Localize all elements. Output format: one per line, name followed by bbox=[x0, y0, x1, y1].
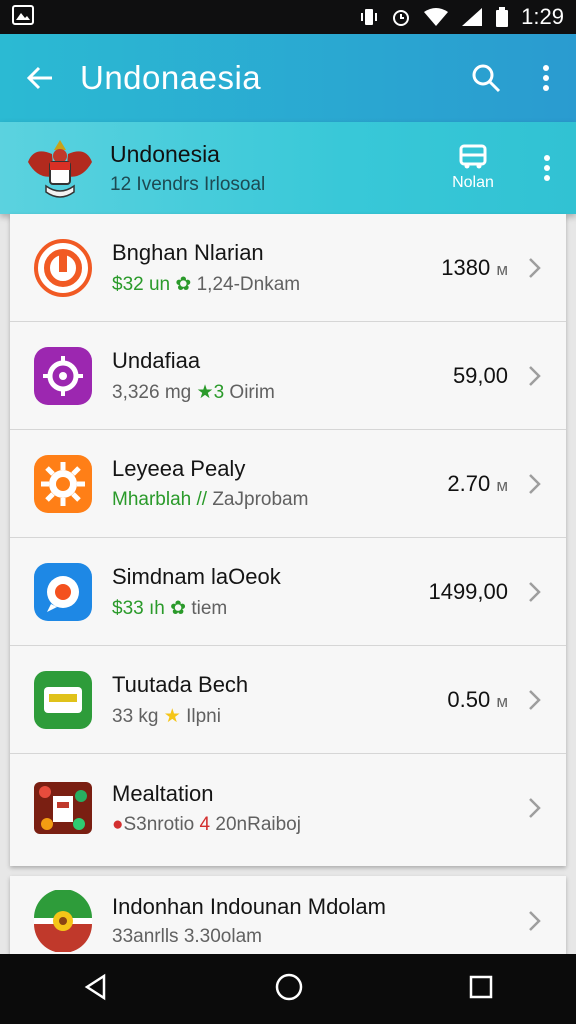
system-nav-bar bbox=[0, 954, 576, 1024]
alarm-icon bbox=[393, 10, 410, 26]
item-price: 1380 м bbox=[441, 254, 508, 280]
search-icon bbox=[472, 64, 501, 93]
status-time: 1:29 bbox=[521, 4, 564, 29]
chevron-right-icon bbox=[520, 473, 550, 495]
item-name: Indonhan Indounan Mdolam bbox=[112, 894, 386, 919]
transit-button[interactable]: Nolan bbox=[428, 144, 518, 192]
transit-button-label: Nolan bbox=[452, 174, 494, 191]
nav-recents-button[interactable] bbox=[468, 974, 494, 1005]
list-item[interactable]: Simdnam laOeok $33 ıh ✿ tiem 1499,00 bbox=[10, 538, 566, 646]
nav-back-button[interactable] bbox=[82, 973, 110, 1006]
battery-icon bbox=[496, 7, 509, 27]
item-name: Leyeea Pealy bbox=[112, 456, 246, 481]
country-header[interactable]: Undonesia 12 Ivendrs Irlosoal Nolan bbox=[0, 122, 576, 214]
list-item[interactable]: Mealtation ●S3nrotio 4 20nRaiboj bbox=[10, 754, 566, 862]
vibrate-icon bbox=[361, 9, 378, 25]
chevron-right-icon bbox=[520, 689, 550, 711]
item-name: Tuutada Bech bbox=[112, 671, 249, 697]
country-subtitle: 12 Ivendrs Irlosoal bbox=[110, 173, 266, 195]
bus-icon bbox=[459, 144, 487, 169]
item-meta: $32 un ✿ 1,24-Dnkam bbox=[112, 273, 301, 295]
chevron-right-icon bbox=[520, 365, 550, 387]
gallery-notification-icon bbox=[12, 4, 34, 25]
item-meta: Mharblah // ZaJprobam bbox=[112, 489, 309, 510]
item-name: Bnghan Nlarian bbox=[112, 239, 264, 265]
chevron-right-icon bbox=[520, 581, 550, 603]
item-name: Simdnam laOeok bbox=[112, 563, 281, 589]
status-bar: 1:29 bbox=[0, 0, 576, 34]
star-icon: ★ bbox=[163, 705, 181, 727]
item-price: 0.50 м bbox=[447, 686, 508, 712]
wifi-icon bbox=[424, 8, 449, 26]
app-list: Bnghan Nlarian $32 un ✿ 1,24-Dnkam 1380 … bbox=[10, 214, 566, 866]
item-meta: 33anrlls 3.30olam bbox=[112, 926, 262, 947]
list-item[interactable]: Tuutada Bech 33 kg ★ Ilpni 0.50 м bbox=[10, 646, 566, 754]
leaf-icon: ✿ bbox=[170, 597, 187, 619]
back-button[interactable] bbox=[0, 34, 80, 122]
page-title: Undonaesia bbox=[80, 59, 262, 96]
item-price: 1499,00 bbox=[428, 578, 508, 604]
garuda-emblem-icon bbox=[28, 140, 92, 198]
chevron-right-icon bbox=[520, 257, 550, 279]
chat-app-icon bbox=[34, 562, 92, 621]
square-recents-icon bbox=[469, 975, 493, 998]
more-vert-icon bbox=[543, 65, 549, 91]
search-button[interactable] bbox=[456, 34, 516, 122]
settings-app-icon bbox=[34, 346, 92, 405]
item-meta: 3,326 mg ★3 Oirim bbox=[112, 381, 275, 403]
country-name: Undonesia bbox=[110, 140, 220, 167]
item-meta: $33 ıh ✿ tiem bbox=[112, 597, 228, 619]
item-price: 59,00 bbox=[452, 362, 508, 388]
list-item-featured[interactable]: Indonhan Indounan Mdolam 33anrlls 3.30ol… bbox=[10, 876, 566, 966]
gear-app-icon bbox=[34, 454, 92, 513]
emblem-icon bbox=[34, 890, 92, 952]
pin-icon: ● bbox=[112, 813, 124, 835]
list-item[interactable]: Leyeea Pealy Mharblah // ZaJprobam 2.70 … bbox=[10, 430, 566, 538]
header-more-button[interactable] bbox=[518, 154, 576, 182]
list-item[interactable]: Bnghan Nlarian $32 un ✿ 1,24-Dnkam 1380 … bbox=[10, 214, 566, 322]
overflow-menu-button[interactable] bbox=[516, 34, 576, 122]
item-name: Undafiaa bbox=[112, 347, 201, 373]
star-icon: ★ bbox=[196, 381, 214, 403]
chevron-right-icon bbox=[520, 910, 550, 932]
list-item[interactable]: Undafiaa 3,326 mg ★3 Oirim 59,00 bbox=[10, 322, 566, 430]
item-meta: ●S3nrotio 4 20nRaiboj bbox=[112, 813, 301, 835]
arrow-back-icon bbox=[26, 66, 52, 90]
chevron-right-icon bbox=[520, 797, 550, 819]
item-meta: 33 kg ★ Ilpni bbox=[112, 705, 221, 727]
wallet-app-icon bbox=[34, 670, 92, 729]
signal-icon bbox=[462, 8, 483, 26]
leaf-icon: ✿ bbox=[175, 273, 192, 295]
more-vert-icon bbox=[544, 155, 550, 181]
nav-home-button[interactable] bbox=[274, 972, 304, 1007]
circle-home-icon bbox=[275, 973, 303, 1000]
item-name: Mealtation bbox=[112, 780, 214, 806]
recycle-app-icon bbox=[34, 238, 92, 297]
triangle-back-icon bbox=[84, 973, 106, 1000]
food-app-icon bbox=[34, 782, 92, 834]
app-bar: Undonaesia bbox=[0, 34, 576, 122]
item-price: 2.70 м bbox=[447, 470, 508, 496]
